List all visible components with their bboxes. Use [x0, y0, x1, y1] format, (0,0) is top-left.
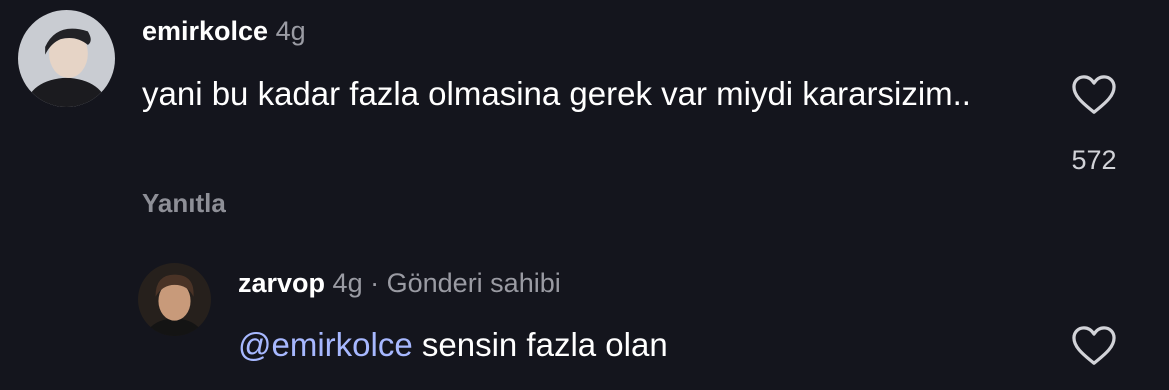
- avatar[interactable]: [138, 263, 211, 336]
- comment-time: 4g: [275, 16, 306, 46]
- reply-body: @emirkolce sensin fazla olan: [238, 322, 1038, 367]
- user-avatar-icon: [138, 263, 211, 336]
- comment-username[interactable]: emirkolce 4g: [142, 16, 306, 47]
- avatar[interactable]: [18, 10, 115, 107]
- heart-outline-icon: [1072, 75, 1116, 114]
- comment-thread: emirkolce 4g yani bu kadar fazla olmasin…: [0, 0, 1169, 390]
- like-button[interactable]: [1071, 325, 1117, 367]
- author-badge: Gönderi sahibi: [386, 268, 561, 298]
- reply-username[interactable]: zarvop 4g · Gönderi sahibi: [238, 268, 561, 299]
- like-count: 572: [1071, 145, 1117, 175]
- user-avatar-icon: [18, 10, 115, 107]
- comment-text: yani bu kadar fazla olmasina gerek var m…: [142, 75, 971, 112]
- separator: ·: [370, 268, 380, 298]
- heart-outline-icon: [1072, 326, 1116, 365]
- comment-time: 4g: [332, 268, 363, 298]
- username-text: emirkolce: [142, 16, 269, 46]
- mention-link[interactable]: @emirkolce: [238, 326, 413, 363]
- username-text: zarvop: [238, 268, 326, 298]
- like-button[interactable]: [1071, 74, 1117, 116]
- comment-body: yani bu kadar fazla olmasina gerek var m…: [142, 71, 1032, 116]
- comment-text: sensin fazla olan: [412, 326, 668, 363]
- reply-button[interactable]: Yanıtla: [142, 188, 226, 219]
